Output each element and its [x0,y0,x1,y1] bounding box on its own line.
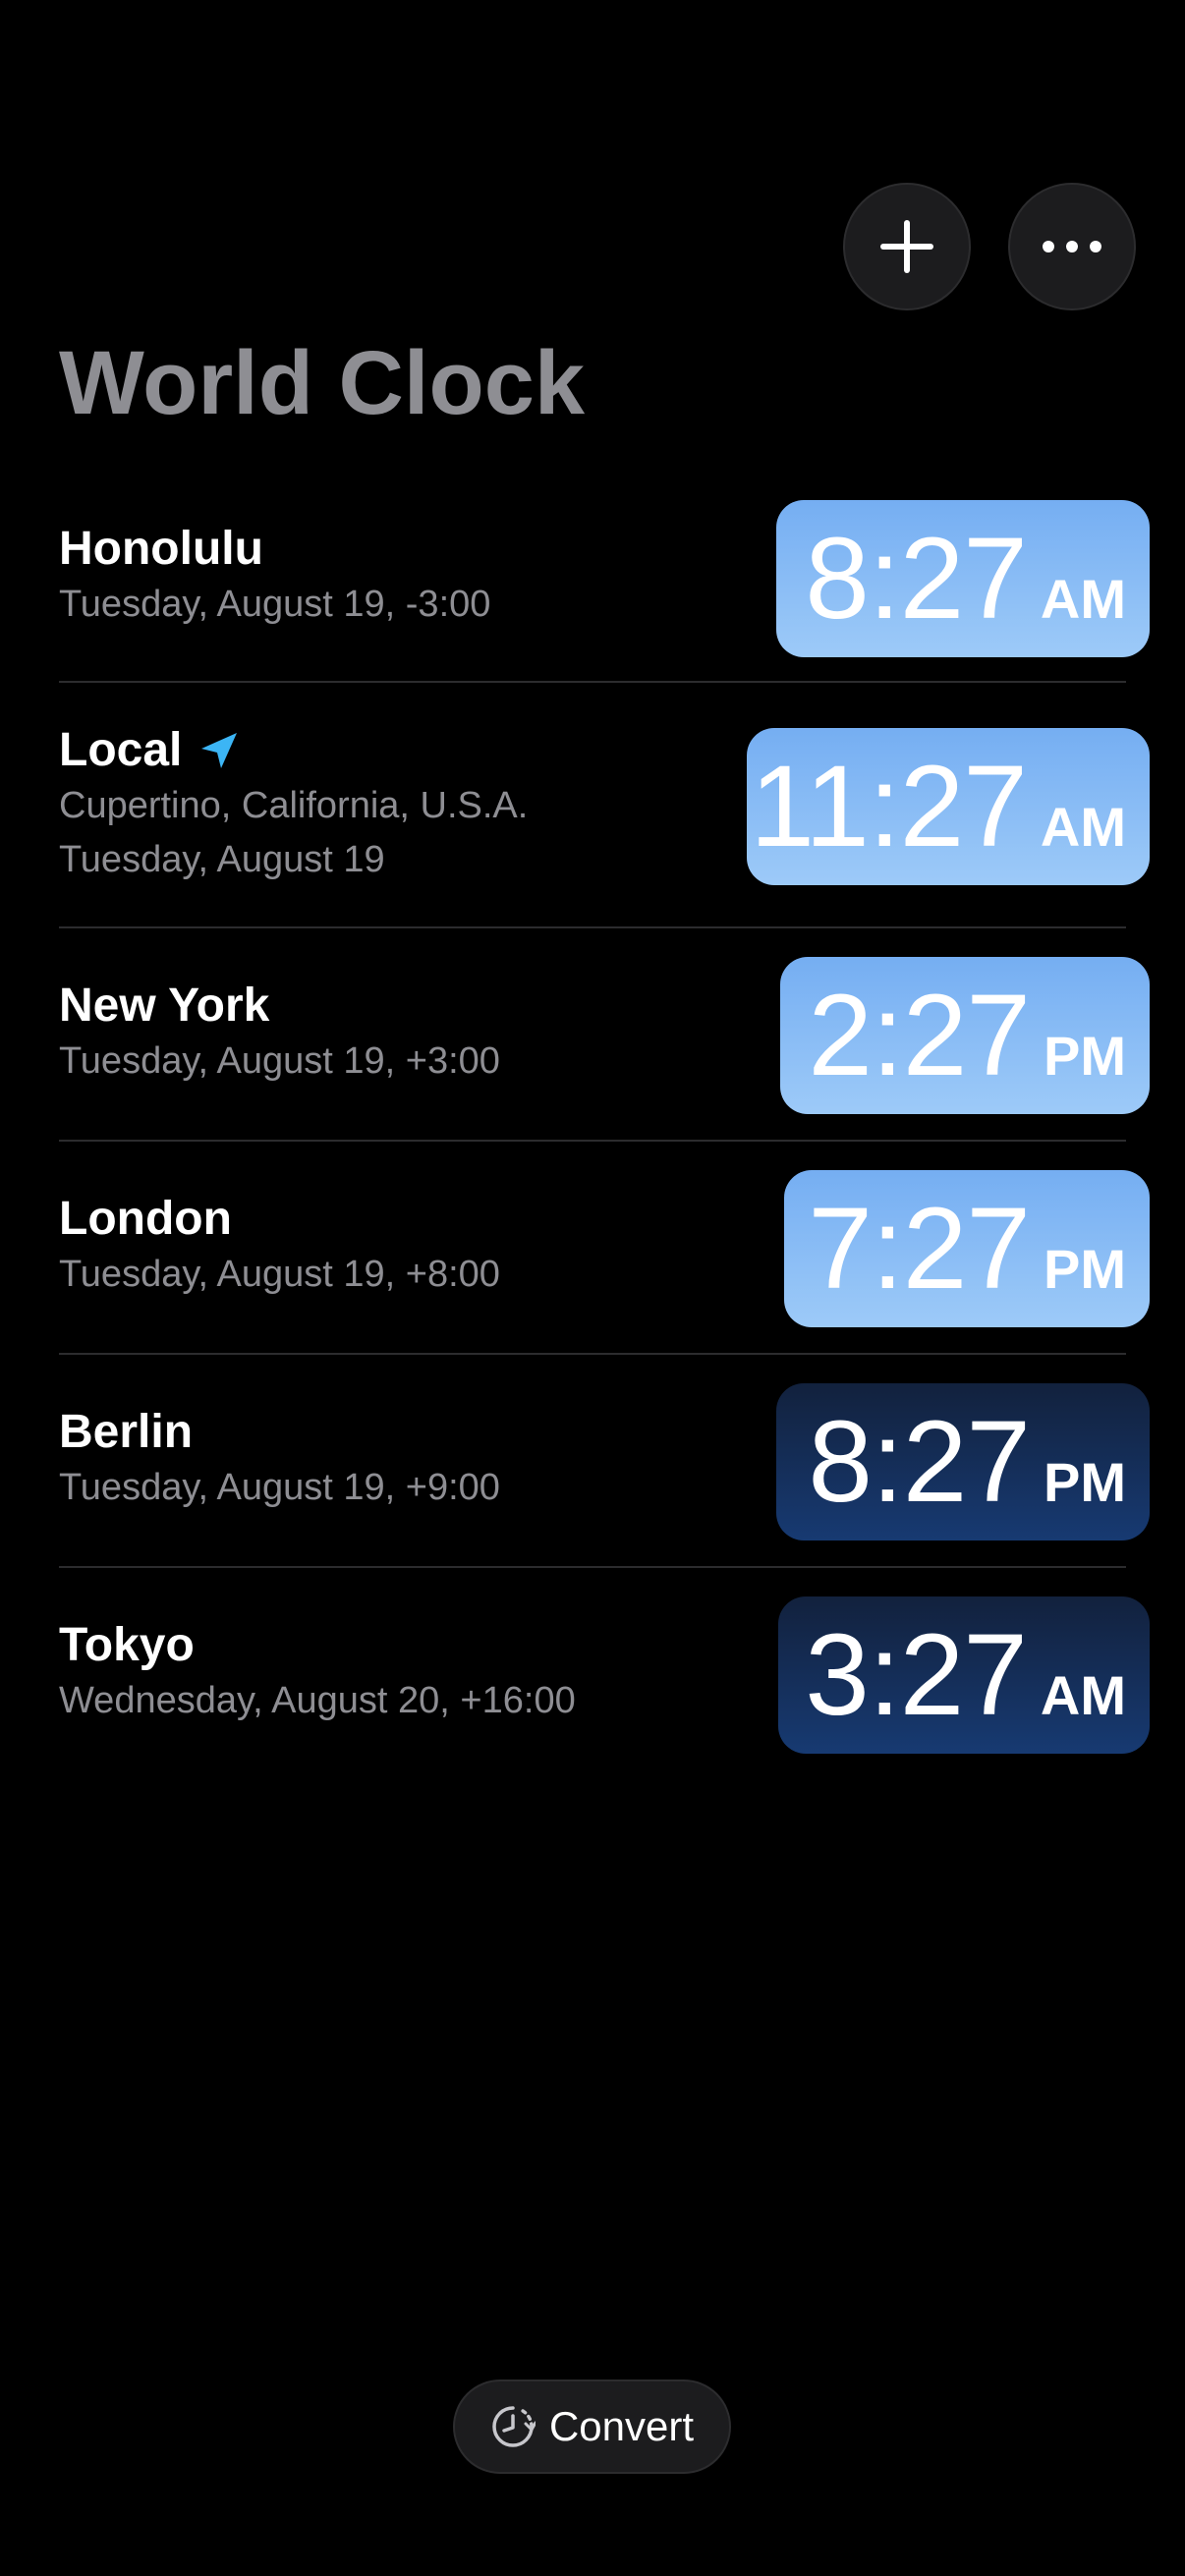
clock-row-honolulu[interactable]: Honolulu Tuesday, August 19, -3:00 8:27 … [0,491,1185,683]
clock-row-berlin[interactable]: Berlin Tuesday, August 19, +9:00 8:27 PM [0,1355,1185,1568]
time-period: PM [1044,1238,1126,1300]
clock-convert-icon [492,2406,536,2447]
time-value: 8:27 [805,514,1028,644]
time-value: 7:27 [808,1184,1031,1314]
time-value: 2:27 [808,971,1031,1100]
convert-label: Convert [548,2403,695,2449]
time-display: 3:27 AM [778,1596,1150,1754]
time-display: 7:27 PM [784,1170,1150,1327]
clock-list: Honolulu Tuesday, August 19, -3:00 8:27 … [0,491,1185,1781]
city-name: London [59,1193,232,1245]
time-period: AM [1040,1664,1126,1726]
date-offset: Tuesday, August 19, +9:00 [59,1466,500,1508]
time-display: 8:27 PM [776,1383,1150,1540]
time-period: AM [1040,796,1126,858]
add-city-button[interactable] [843,183,971,310]
city-name: Berlin [59,1406,194,1458]
time-value: 11:27 [750,742,1028,871]
page-title: World Clock [59,333,586,433]
time-period: AM [1040,568,1126,630]
date-offset: Tuesday, August 19, +3:00 [59,1039,500,1082]
location-arrow-icon [201,732,238,768]
city-name: Tokyo [59,1619,195,1671]
time-value: 8:27 [808,1397,1031,1527]
city-name: Local [59,722,753,779]
city-name: New York [59,980,270,1032]
location-name: Cupertino, California, U.S.A. [59,784,529,826]
plus-icon [880,220,933,273]
time-value: 3:27 [805,1610,1028,1740]
ellipsis-icon [1043,241,1101,252]
date-offset: Tuesday, August 19 [59,838,385,880]
time-display: 11:27 AM [747,728,1150,885]
clock-row-tokyo[interactable]: Tokyo Wednesday, August 20, +16:00 3:27 … [0,1568,1185,1781]
time-period: PM [1044,1451,1126,1513]
date-offset: Tuesday, August 19, -3:00 [59,583,491,625]
clock-row-london[interactable]: London Tuesday, August 19, +8:00 7:27 PM [0,1142,1185,1355]
time-period: PM [1044,1025,1126,1087]
clock-row-local[interactable]: Local Cupertino, California, U.S.A. Tues… [0,683,1185,928]
clock-row-new-york[interactable]: New York Tuesday, August 19, +3:00 2:27 … [0,928,1185,1142]
date-offset: Tuesday, August 19, +8:00 [59,1253,500,1295]
time-display: 2:27 PM [780,957,1150,1114]
city-name: Honolulu [59,523,263,575]
date-offset: Wednesday, August 20, +16:00 [59,1679,576,1721]
convert-button[interactable]: Convert [453,2380,731,2474]
more-options-button[interactable] [1008,183,1136,310]
time-display: 8:27 AM [776,500,1150,657]
